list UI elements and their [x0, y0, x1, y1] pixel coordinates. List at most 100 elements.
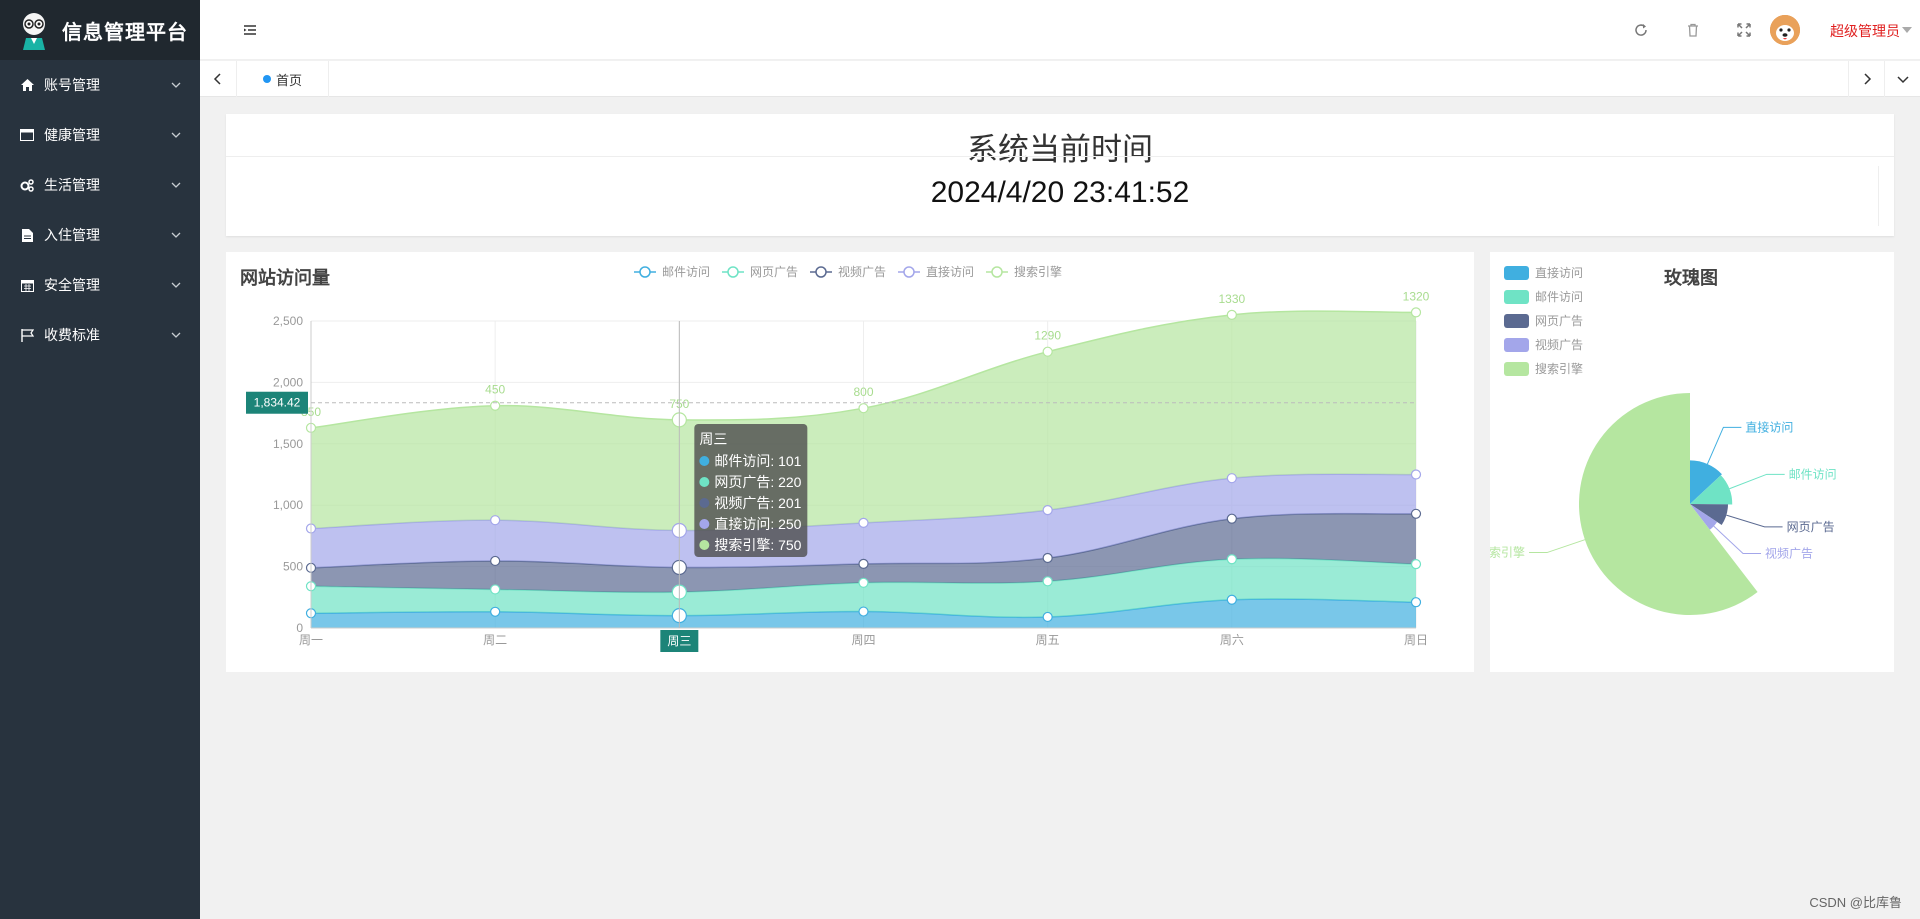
sidebar-item-security[interactable]: 安全管理: [0, 260, 200, 310]
tooltip-row: 搜索引擎: 750: [714, 537, 801, 553]
legend-item[interactable]: 网页广告: [722, 265, 798, 279]
tabs-scroll-left-button[interactable]: [200, 61, 236, 97]
chevron-down-icon: [1896, 76, 1909, 84]
data-point[interactable]: [1226, 594, 1237, 605]
time-card-title: 系统当前时间: [967, 132, 1153, 167]
active-tab-dot: [263, 75, 271, 83]
data-point[interactable]: [1226, 513, 1237, 524]
visits-area-chart[interactable]: 邮件访问 网页广告 视频广告 直接访问 搜索引擎05001,0001,5002,0002…: [226, 252, 1474, 672]
data-point[interactable]: [1410, 307, 1422, 318]
legend-label: 网页广告: [1535, 314, 1583, 328]
dog-avatar-icon: [1770, 15, 1800, 45]
sidebar-item-label: 入住管理: [44, 227, 100, 243]
legend-marker: [903, 266, 915, 278]
rose-pie-chart[interactable]: 直接访问邮件访问网页广告视频广告搜索引擎直接访问邮件访问网页广告视频广告搜索引擎: [1490, 252, 1894, 672]
data-point[interactable]: [1042, 611, 1053, 623]
tabs-dropdown-button[interactable]: [1884, 61, 1920, 97]
y-tick-label: 1,500: [273, 437, 303, 451]
leader-line: [1529, 539, 1586, 554]
data-point[interactable]: [858, 517, 869, 528]
legend-swatch: [1504, 314, 1529, 328]
chevron-down-icon: [171, 332, 181, 338]
sidebar-item-fees[interactable]: 收费标准: [0, 310, 200, 360]
data-point[interactable]: [490, 555, 501, 567]
sidebar-item-label: 健康管理: [44, 127, 100, 143]
tooltip-marker: [699, 477, 710, 487]
legend-swatch: [1504, 338, 1529, 352]
sidebar-item-life[interactable]: 生活管理: [0, 160, 200, 210]
x-tick-label: 周二: [483, 633, 507, 647]
data-point[interactable]: [490, 515, 501, 526]
data-point[interactable]: [1410, 508, 1422, 519]
legend-item[interactable]: 视频广告: [1504, 337, 1583, 352]
data-point[interactable]: [1226, 554, 1237, 565]
logo[interactable]: 信息管理平台: [0, 0, 200, 60]
data-point[interactable]: [858, 577, 869, 588]
data-point[interactable]: [1410, 469, 1422, 480]
data-point[interactable]: [490, 606, 501, 617]
caret-down-icon[interactable]: [1902, 26, 1912, 34]
sidebar-item-checkin[interactable]: 入住管理: [0, 210, 200, 260]
legend-label: 邮件访问: [662, 265, 710, 279]
sidebar-item-account[interactable]: 账号管理: [0, 60, 200, 110]
chevron-right-icon: [1863, 73, 1871, 85]
tabs-bar: 首页: [200, 61, 1920, 97]
data-point[interactable]: [1410, 559, 1422, 570]
trash-icon[interactable]: [1685, 22, 1701, 38]
legend-label: 直接访问: [1535, 265, 1583, 280]
data-point[interactable]: [858, 558, 869, 569]
legend-label: 邮件访问: [1535, 290, 1583, 304]
calendar-icon: [20, 278, 34, 292]
legend-label: 网页广告: [750, 265, 798, 279]
slice-label: 搜索引擎: [1490, 545, 1525, 560]
slice-label: 视频广告: [1765, 545, 1813, 560]
data-point[interactable]: [1042, 576, 1053, 587]
sidebar-item-label: 安全管理: [44, 277, 100, 293]
data-point[interactable]: [1410, 597, 1422, 608]
legend-item[interactable]: 直接访问: [898, 264, 974, 279]
tabs-scroll-right-button[interactable]: [1848, 61, 1884, 97]
scientist-logo-icon: [23, 13, 45, 50]
slice-label: 邮件访问: [1789, 467, 1837, 481]
avatar[interactable]: [1770, 15, 1800, 45]
data-point[interactable]: [1042, 505, 1053, 516]
sidebar-item-label: 生活管理: [44, 177, 100, 193]
tooltip-row: 直接访问: 250: [714, 516, 801, 532]
legend-item[interactable]: 网页广告: [1504, 314, 1583, 328]
data-point[interactable]: [490, 584, 501, 595]
legend-label: 视频广告: [838, 264, 886, 279]
legend-marker: [991, 266, 1003, 278]
legend-item[interactable]: 直接访问: [1504, 265, 1583, 280]
data-point[interactable]: [1042, 552, 1053, 564]
legend-item[interactable]: 视频广告: [810, 264, 886, 279]
data-point[interactable]: [1226, 473, 1237, 484]
chevron-down-icon: [171, 132, 181, 138]
legend-item[interactable]: 搜索引擎: [986, 264, 1062, 279]
tooltip-marker: [699, 498, 710, 508]
chevron-down-icon: [171, 82, 181, 88]
y-tick-label: 2,000: [273, 375, 303, 389]
legend-marker: [639, 266, 651, 278]
refresh-icon[interactable]: [1633, 22, 1649, 38]
legend-item[interactable]: 邮件访问: [1504, 290, 1583, 304]
tab-home[interactable]: 首页: [236, 61, 330, 97]
legend-label: 直接访问: [926, 264, 974, 279]
visits-chart-card: 网站访问量 邮件访问 网页广告 视频广告 直接访问 搜索引擎 0 500 1,000 1,500…: [226, 252, 1474, 672]
sidebar-item-health[interactable]: 健康管理: [0, 110, 200, 160]
legend-item[interactable]: 邮件访问: [634, 265, 710, 279]
legend-item[interactable]: 搜索引擎: [1504, 361, 1583, 376]
data-point[interactable]: [1042, 346, 1053, 357]
fullscreen-icon[interactable]: [1736, 22, 1752, 38]
legend-swatch: [1504, 266, 1529, 280]
menu-toggle-icon[interactable]: [242, 22, 258, 38]
chevron-down-icon: [171, 182, 181, 188]
x-tick-label: 周六: [1220, 633, 1244, 647]
user-menu[interactable]: 超级管理员: [1830, 21, 1900, 41]
data-point[interactable]: [1226, 309, 1237, 320]
tooltip-row: 邮件访问: 101: [714, 453, 801, 469]
data-point[interactable]: [858, 403, 869, 414]
watermark-text: CSDN @比库鲁: [1809, 895, 1902, 910]
data-point[interactable]: [858, 606, 869, 617]
top-header: 超级管理员: [200, 0, 1920, 60]
y-tick-label: 500: [283, 560, 303, 574]
